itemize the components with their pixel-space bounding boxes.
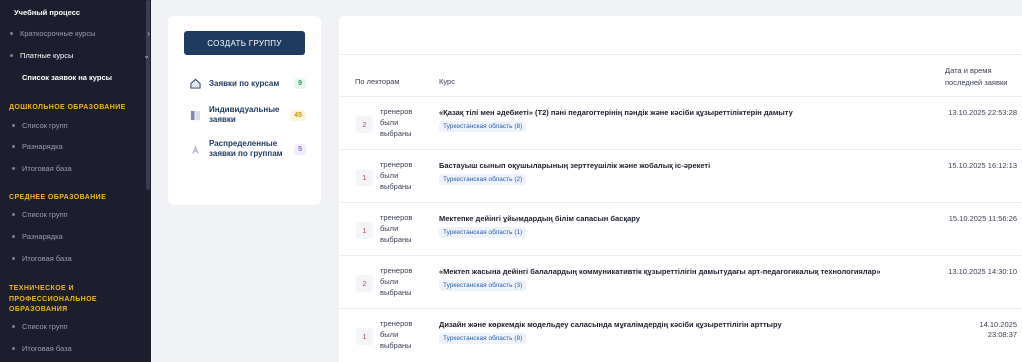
sidebar-item-final-base[interactable]: Итоговая база [12,254,72,263]
filter-label: Распределенные заявки по группам [209,139,283,158]
sidebar-item-learning-process[interactable]: Учебный процесс ⌄ [14,6,151,18]
pointer-icon [191,144,200,154]
chevron-down-icon: ⌄ [149,8,151,17]
filter-individual-applications[interactable]: Индивидуальные заявки 45 [190,105,306,125]
column-header-course[interactable]: Курс [439,77,455,86]
applications-filter-panel: СОЗДАТЬ ГРУППУ Заявки по курсам 9 Индиви… [168,16,321,205]
sidebar-item-allocation[interactable]: Разнарядка [12,142,63,151]
sidebar-item-label: Список групп [22,322,68,331]
course-title-link[interactable]: Мектепке дейінгі ұйымдардың білім сапасы… [439,214,640,223]
table-row[interactable]: 1 тренеров были выбраны Бастауыш сынып о… [339,149,1022,202]
bullet-icon [12,145,15,148]
divider [339,54,1022,55]
sidebar-item-label: Список групп [22,121,68,130]
sidebar-item-label: Платные курсы [20,50,74,60]
trainer-count-badge: 1 [356,169,373,186]
sidebar-item-course-applications[interactable]: Список заявок на курсы [22,71,151,83]
bullet-icon [12,124,15,127]
applications-table: По лекторам Курс Дата и время последней … [339,16,1022,362]
count-badge: 5 [294,143,306,155]
filter-label: Индивидуальные заявки [209,105,280,124]
sidebar-item-label: Итоговая база [22,164,72,173]
chevron-down-icon: ⌄ [143,50,150,60]
course-title-link[interactable]: «Мектеп жасына дейінгі балалардың коммун… [439,267,881,276]
trainers-selected-text: тренеров были выбраны [380,160,413,191]
filter-label: Заявки по курсам [209,78,280,88]
sidebar-section-title: ДОШКОЛЬНОЕ ОБРАЗОВАНИЕ [9,104,126,111]
region-tag: Туркестанская область (2) [439,174,527,185]
table-row[interactable]: 1 тренеров были выбраны Дизайн және көрк… [339,308,1022,361]
sidebar-item-groups[interactable]: Список групп [12,210,68,219]
sidebar-item-groups[interactable]: Список групп [12,121,68,130]
trainer-count-badge: 2 [356,116,373,133]
bullet-icon [10,53,13,57]
bullet-icon [12,325,15,328]
sidebar-item-label: Список заявок на курсы [22,72,113,82]
bullet-icon [12,167,15,170]
table-row[interactable]: 2 тренеров были выбраны «Қазақ тілі мен … [339,96,1022,149]
sidebar-item-label: Итоговая база [22,344,72,353]
create-group-button[interactable]: СОЗДАТЬ ГРУППУ [184,31,305,55]
last-application-date: 13.10.2025 22:53:28 [948,108,1017,117]
filter-course-applications[interactable]: Заявки по курсам 9 [190,78,306,89]
course-title-link[interactable]: «Қазақ тілі мен әдебиеті» (Т2) пәні педа… [439,108,793,117]
region-tag: Туркестанская область (8) [439,333,527,344]
last-application-date: 13.10.2025 14:30:10 [948,267,1017,276]
sidebar-item-final-base[interactable]: Итоговая база [12,344,72,353]
trainers-selected-text: тренеров были выбраны [380,213,413,244]
trainer-count-badge: 1 [356,328,373,345]
sidebar-item-short-courses[interactable]: Краткосрочные курсы › [10,27,151,39]
last-application-date: 15.10.2025 16:12:13 [948,161,1017,170]
chevron-right-icon: › [147,28,150,38]
trainer-count-badge: 2 [356,275,373,292]
sidebar-item-groups[interactable]: Список групп [12,322,68,331]
last-application-date: 14.10.2025 23:08:37 [979,320,1017,339]
bullet-icon [12,257,15,260]
bullet-icon [12,235,15,238]
sidebar: Учебный процесс ⌄ Краткосрочные курсы › … [0,0,151,362]
sidebar-item-label: Учебный процесс [14,7,81,17]
region-tag: Туркестанская область (1) [439,227,527,238]
trainers-selected-text: тренеров были выбраны [380,319,413,350]
region-tag: Туркестанская область (3) [439,280,527,291]
bullet-icon [12,347,15,350]
last-application-date: 15.10.2025 11:56:26 [948,214,1017,223]
sidebar-item-label: Разнарядка [22,142,63,151]
table-row[interactable]: 2 тренеров были выбраны «Мектеп жасына д… [339,255,1022,308]
trainer-count-badge: 1 [356,222,373,239]
count-badge: 45 [290,109,306,121]
sidebar-item-final-base[interactable]: Итоговая база [12,164,72,173]
trainers-selected-text: тренеров были выбраны [380,266,413,297]
home-icon [190,78,201,89]
column-header-lecturers[interactable]: По лекторам [355,77,400,86]
sidebar-item-label: Список групп [22,210,68,219]
document-icon [190,110,201,120]
count-badge: 9 [294,78,306,89]
sidebar-item-allocation[interactable]: Разнарядка [12,232,63,241]
sidebar-item-label: Краткосрочные курсы [20,28,96,38]
course-title-link[interactable]: Дизайн және көркемдік модельдеу саласынд… [439,320,782,329]
column-header-date[interactable]: Дата и время последней заявки [945,65,1019,89]
region-tag: Туркестанская область (8) [439,121,527,132]
table-row[interactable]: 1 тренеров были выбраны Мектепке дейінгі… [339,202,1022,255]
bullet-icon [12,213,15,216]
course-title-link[interactable]: Бастауыш сынып оқушыларының зерттеушілік… [439,161,710,170]
filter-distributed-applications[interactable]: Распределенные заявки по группам 5 [190,139,306,159]
sidebar-section-title: ТЕХНИЧЕСКОЕ И ПРОФЕССИОНАЛЬНОЕ ОБРАЗОВАН… [9,285,97,313]
sidebar-item-paid-courses[interactable]: Платные курсы ⌄ [10,49,151,61]
sidebar-section-title: СРЕДНЕЕ ОБРАЗОВАНИЕ [9,194,107,201]
sidebar-item-label: Разнарядка [22,232,63,241]
bullet-icon [10,31,13,35]
sidebar-item-label: Итоговая база [22,254,72,263]
trainers-selected-text: тренеров были выбраны [380,107,413,138]
